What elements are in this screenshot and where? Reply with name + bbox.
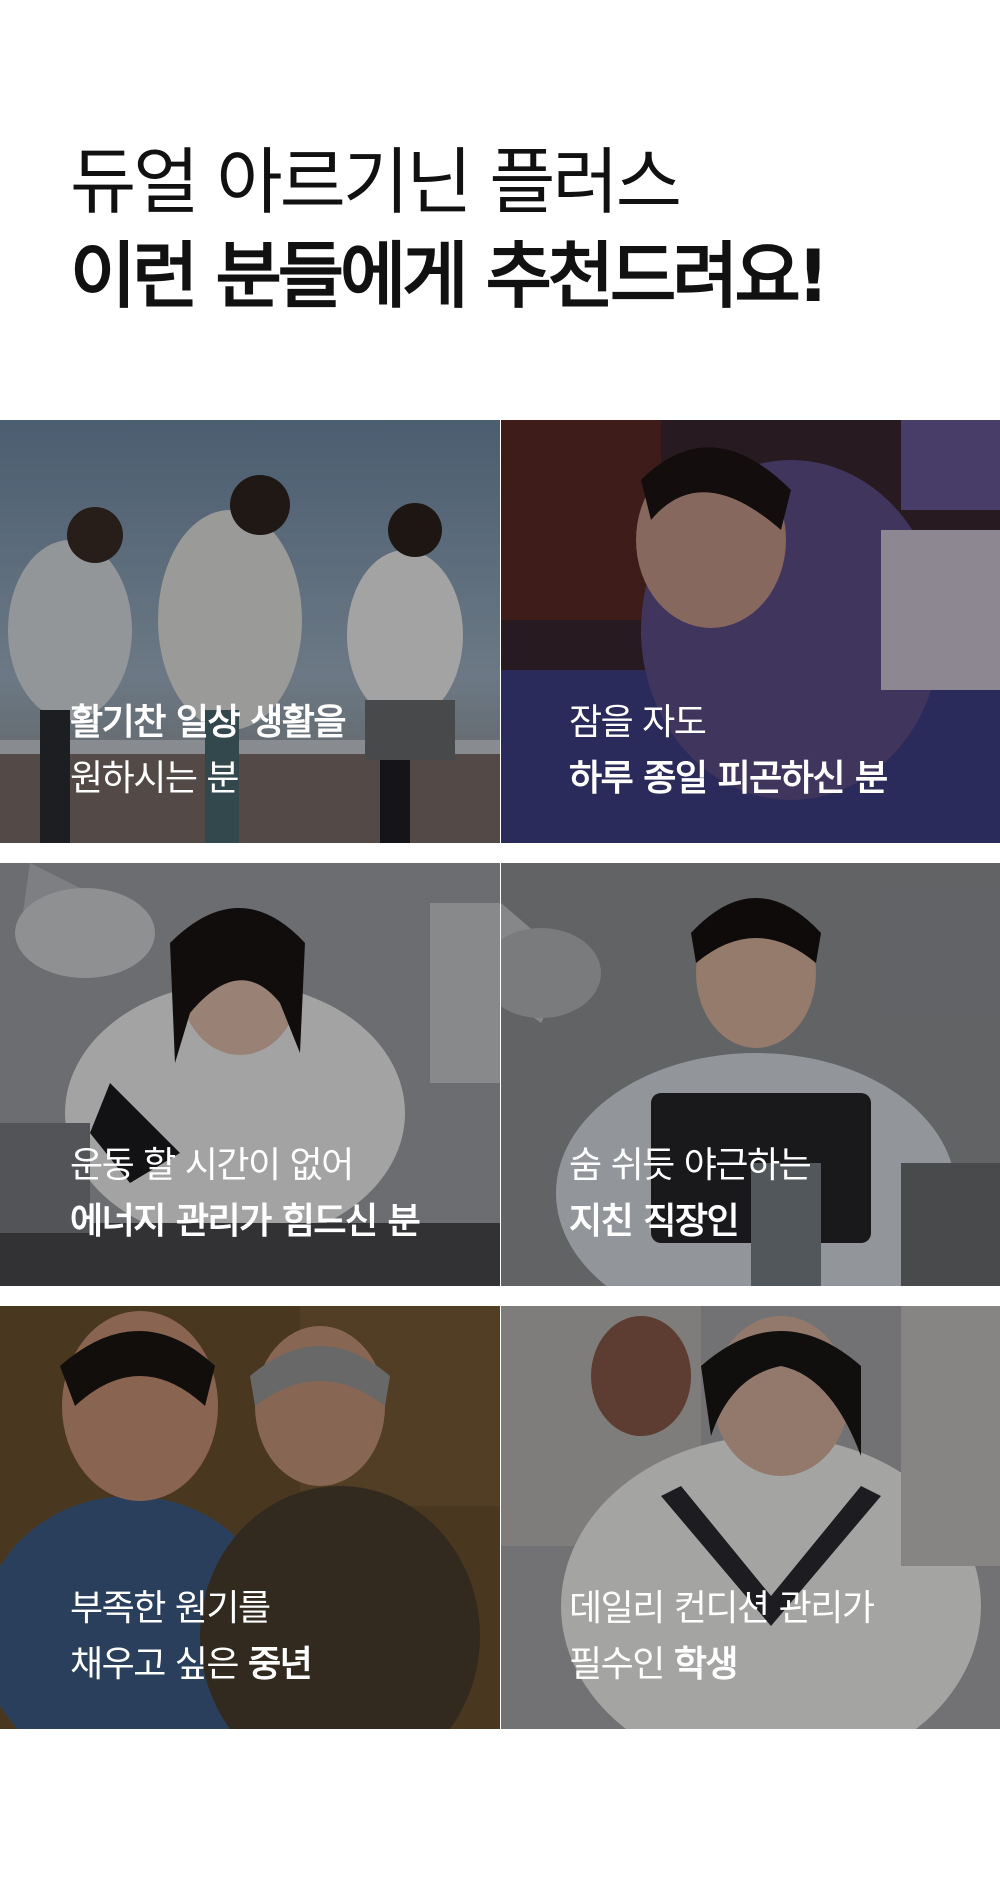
caption-line-1: 잠을 자도 <box>569 702 707 743</box>
caption-line-2-regular: 채우고 싶은 <box>70 1644 248 1685</box>
caption-line-1: 데일리 컨디션 관리가 <box>569 1588 875 1629</box>
recommendation-grid: 활기찬 일상 생활을 원하시는 분 잠을 자도 하루 종일 피곤하신 분 운동 … <box>0 420 1000 1729</box>
caption-line-2: 필수인 학생 <box>569 1637 873 1693</box>
caption-line-1: 활기찬 일상 생활을 <box>70 702 347 743</box>
product-title: 듀얼 아르기닌 플러스 <box>70 140 682 224</box>
caption-line-1: 운동 할 시간이 없어 <box>70 1145 354 1186</box>
caption-line-2: 지친 직장인 <box>569 1201 740 1242</box>
page-header: 듀얼 아르기닌 플러스 이런 분들에게 추천드려요! <box>70 135 830 323</box>
caption-line-2-bold: 학생 <box>673 1644 739 1685</box>
caption-line-1: 부족한 원기를 <box>70 1588 271 1629</box>
caption-line-2-bold: 중년 <box>248 1644 313 1685</box>
card-caption: 데일리 컨디션 관리가 필수인 학생 <box>569 1581 875 1693</box>
caption-line-2: 채우고 싶은 중년 <box>70 1637 313 1693</box>
card-caption: 운동 할 시간이 없어 에너지 관리가 힘드신 분 <box>70 1138 421 1250</box>
grid-row: 운동 할 시간이 없어 에너지 관리가 힘드신 분 숨 쉬듯 야근하는 지친 직… <box>0 863 1000 1286</box>
caption-line-2-regular: 필수인 <box>569 1644 674 1685</box>
card-no-time-to-exercise: 운동 할 시간이 없어 에너지 관리가 힘드신 분 <box>0 863 500 1286</box>
card-tired-all-day: 잠을 자도 하루 종일 피곤하신 분 <box>501 420 1000 843</box>
caption-line-2: 원하시는 분 <box>70 758 240 799</box>
card-middle-aged: 부족한 원기를 채우고 싶은 중년 <box>0 1306 500 1729</box>
grid-row: 활기찬 일상 생활을 원하시는 분 잠을 자도 하루 종일 피곤하신 분 <box>0 420 1000 843</box>
caption-line-1: 숨 쉬듯 야근하는 <box>569 1145 812 1186</box>
card-caption: 활기찬 일상 생활을 원하시는 분 <box>70 695 347 807</box>
card-caption: 잠을 자도 하루 종일 피곤하신 분 <box>569 695 888 807</box>
card-active-daily-life: 활기찬 일상 생활을 원하시는 분 <box>0 420 500 843</box>
recommendation-title: 이런 분들에게 추천드려요! <box>70 234 830 318</box>
card-overtime-worker: 숨 쉬듯 야근하는 지친 직장인 <box>501 863 1000 1286</box>
card-caption: 숨 쉬듯 야근하는 지친 직장인 <box>569 1138 812 1250</box>
caption-line-2: 에너지 관리가 힘드신 분 <box>70 1201 421 1242</box>
card-caption: 부족한 원기를 채우고 싶은 중년 <box>70 1581 313 1693</box>
card-student: 데일리 컨디션 관리가 필수인 학생 <box>501 1306 1000 1729</box>
caption-line-2: 하루 종일 피곤하신 분 <box>569 758 888 799</box>
grid-row: 부족한 원기를 채우고 싶은 중년 데일리 컨디션 관리가 필수인 학생 <box>0 1306 1000 1729</box>
